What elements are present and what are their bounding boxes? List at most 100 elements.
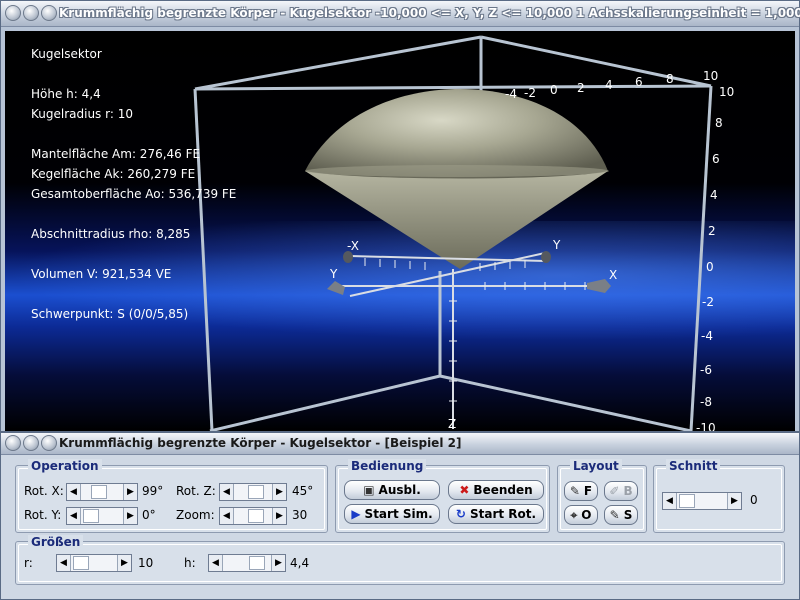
info-gesamtoberflaeche: Gesamtoberfläche Ao: 536,739 FE [31, 187, 237, 201]
crosshair-icon: ⌖ [570, 507, 578, 522]
paint-icon: ✎ [609, 508, 620, 522]
rot-y-right-arrow-icon[interactable]: ▶ [123, 508, 137, 524]
tick-right-7: -4 [701, 329, 713, 343]
control-window-title: Krummflächig begrenzte Körper - Kugelsek… [59, 436, 462, 450]
axis-ticks [364, 258, 586, 402]
tick-right-6: -2 [702, 295, 714, 309]
rot-z-right-arrow-icon[interactable]: ▶ [272, 484, 286, 500]
rot-x-slider[interactable]: ◀ ▶ [66, 483, 138, 501]
zoom-right-arrow-icon[interactable]: ▶ [272, 508, 286, 524]
layout-b-button[interactable]: ✐ B [604, 481, 638, 501]
main-titlebar[interactable]: Krummflächig begrenzte Körper - Kugelsek… [1, 1, 800, 27]
layout-o-button[interactable]: ⌖ O [564, 505, 598, 525]
schnitt-panel: Schnitt ◀ ▶ 0 [653, 459, 785, 533]
rot-y-left-arrow-icon[interactable]: ◀ [67, 508, 81, 524]
tick-right-8: -6 [700, 363, 712, 377]
rot-y-label: Rot. Y: [24, 508, 62, 522]
r-left-arrow-icon[interactable]: ◀ [57, 555, 71, 571]
axis-label-pos-y: Y [553, 238, 561, 252]
tick-top-0: -4 [505, 87, 517, 101]
start-sim-button[interactable]: ▶ Start Sim. [344, 504, 440, 524]
control-maximize-button[interactable] [41, 435, 57, 451]
schnitt-thumb[interactable] [679, 494, 695, 508]
ausblenden-button[interactable]: ▣ Ausbl. [344, 480, 440, 500]
axis-label-pos-x: X [609, 268, 618, 282]
rot-z-slider[interactable]: ◀ ▶ [219, 483, 287, 501]
rot-x-thumb[interactable] [91, 485, 107, 499]
rot-y-value: 0° [142, 508, 156, 522]
tick-top-6: 8 [666, 72, 674, 86]
r-value: 10 [138, 556, 154, 570]
axis-label-neg-y: Y [330, 267, 338, 281]
tick-right-10: -10 [696, 421, 716, 431]
rot-x-right-arrow-icon[interactable]: ▶ [123, 484, 137, 500]
r-thumb[interactable] [73, 556, 89, 570]
h-slider[interactable]: ◀ ▶ [208, 554, 286, 572]
tick-right-1: 8 [715, 116, 723, 130]
close-window-button[interactable] [5, 5, 21, 21]
zoom-left-arrow-icon[interactable]: ◀ [220, 508, 234, 524]
axis-label-neg-x: -X [347, 239, 359, 253]
h-thumb[interactable] [249, 556, 265, 570]
tick-top-1: -2 [524, 86, 536, 100]
layout-panel: Layout ✎ F ✐ B ⌖ O ✎ S [557, 459, 647, 533]
rot-z-value: 45° [292, 484, 314, 498]
pen-icon: ✎ [569, 484, 580, 498]
r-right-arrow-icon[interactable]: ▶ [117, 555, 131, 571]
start-rot-button[interactable]: ↻ Start Rot. [448, 504, 544, 524]
rot-y-thumb[interactable] [83, 509, 99, 523]
schnitt-right-arrow-icon[interactable]: ▶ [727, 493, 741, 509]
zoom-thumb[interactable] [248, 509, 264, 523]
info-radius: Kugelradius r: 10 [31, 107, 133, 121]
h-left-arrow-icon[interactable]: ◀ [209, 555, 223, 571]
control-close-button[interactable] [5, 435, 21, 451]
control-titlebar[interactable]: Krummflächig begrenzte Körper - Kugelsek… [1, 433, 799, 455]
r-slider[interactable]: ◀ ▶ [56, 554, 132, 572]
maximize-window-button[interactable] [41, 5, 57, 21]
axis-label-z: Z [448, 417, 457, 431]
layout-s-button[interactable]: ✎ S [604, 505, 638, 525]
info-schwerpunkt: Schwerpunkt: S (0/0/5,85) [31, 307, 189, 321]
zoom-slider[interactable]: ◀ ▶ [219, 507, 287, 525]
close-icon: ✖ [459, 483, 470, 497]
r-label: r: [24, 556, 33, 570]
bedienung-panel: Bedienung ▣ Ausbl. ✖ Beenden ▶ Start Sim… [335, 459, 550, 533]
info-kegelflaeche: Kegelfläche Ak: 260,279 FE [31, 167, 196, 181]
3d-viewport[interactable]: -X Y X Y Z -4 -2 0 2 4 6 8 10 10 8 6 4 2… [5, 31, 795, 431]
schnitt-value: 0 [750, 493, 758, 507]
bedienung-legend: Bedienung [348, 459, 427, 473]
main-window: Krummflächig begrenzte Körper - Kugelsek… [0, 0, 800, 432]
zoom-label: Zoom: [176, 508, 215, 522]
control-window: Krummflächig begrenzte Körper - Kugelsek… [0, 432, 800, 600]
tick-right-9: -8 [700, 395, 712, 409]
tick-top-5: 6 [635, 75, 643, 89]
tick-right-5: 0 [706, 260, 714, 274]
rot-z-thumb[interactable] [248, 485, 264, 499]
rot-z-left-arrow-icon[interactable]: ◀ [220, 484, 234, 500]
schnitt-left-arrow-icon[interactable]: ◀ [663, 493, 677, 509]
brush-icon: ✐ [609, 484, 620, 498]
info-abschnittradius: Abschnittradius rho: 8,285 [31, 227, 191, 241]
minimize-window-button[interactable] [23, 5, 39, 21]
info-name: Kugelsektor [31, 47, 102, 61]
operation-legend: Operation [28, 459, 102, 473]
rot-z-label: Rot. Z: [176, 484, 216, 498]
rot-x-left-arrow-icon[interactable]: ◀ [67, 484, 81, 500]
control-minimize-button[interactable] [23, 435, 39, 451]
tick-top-7: 10 [703, 69, 719, 83]
h-right-arrow-icon[interactable]: ▶ [271, 555, 285, 571]
tick-top-3: 2 [577, 81, 585, 95]
hide-icon: ▣ [363, 483, 375, 497]
schnitt-slider[interactable]: ◀ ▶ [662, 492, 742, 510]
tick-right-0: 10 [719, 85, 735, 99]
play-icon: ▶ [351, 507, 361, 521]
tick-top-2: 0 [550, 83, 558, 97]
info-volumen: Volumen V: 921,534 VE [31, 267, 172, 281]
schnitt-legend: Schnitt [666, 459, 721, 473]
layout-f-button[interactable]: ✎ F [564, 481, 598, 501]
info-hoehe: Höhe h: 4,4 [31, 87, 101, 101]
tick-right-3: 4 [710, 188, 718, 202]
info-mantelflaeche: Mantelfläche Am: 276,46 FE [31, 147, 201, 161]
beenden-button[interactable]: ✖ Beenden [448, 480, 544, 500]
rot-y-slider[interactable]: ◀ ▶ [66, 507, 138, 525]
